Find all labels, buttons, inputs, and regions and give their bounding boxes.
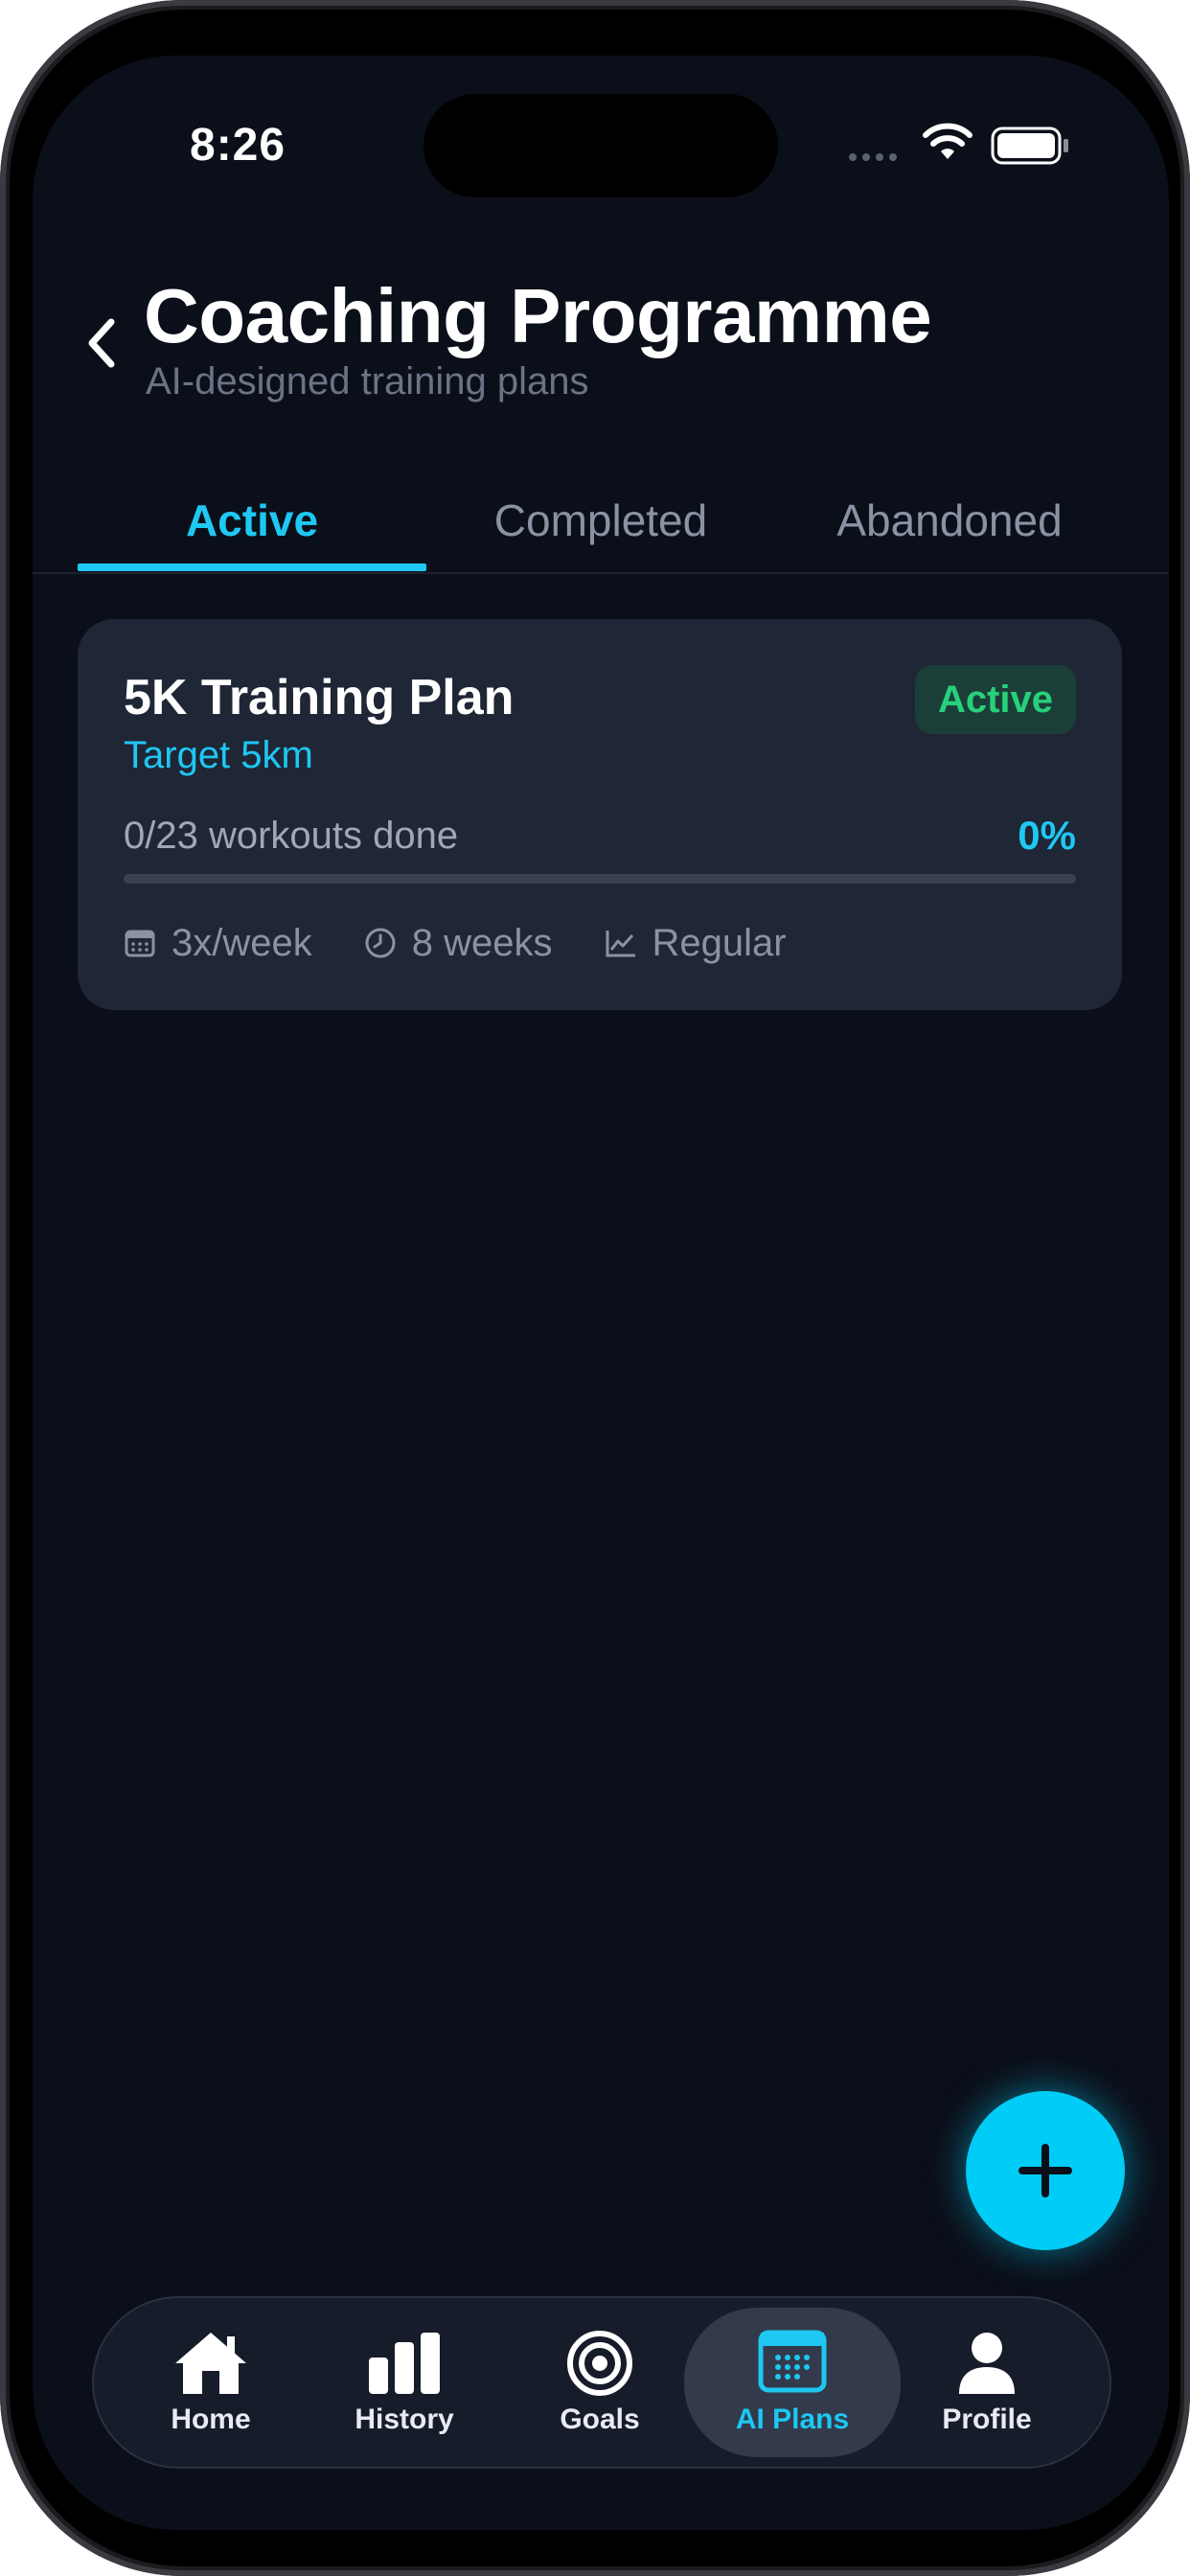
back-button[interactable] <box>71 305 132 381</box>
dynamic-island <box>423 94 778 197</box>
progress-label: 0/23 workouts done <box>124 815 459 857</box>
target-icon <box>567 2331 632 2396</box>
nav-home-label: Home <box>171 2404 251 2435</box>
tab-active[interactable]: Active <box>78 468 426 573</box>
home-icon <box>175 2333 246 2394</box>
tabs-divider <box>33 572 1169 574</box>
plan-name: 5K Training Plan <box>124 670 515 725</box>
bar-chart-icon <box>369 2333 440 2394</box>
tab-completed[interactable]: Completed <box>426 468 775 573</box>
clock-icon <box>365 928 396 958</box>
person-icon <box>959 2333 1015 2394</box>
progress-bar <box>124 874 1076 884</box>
calendar-small-icon <box>125 930 155 957</box>
meta-level-label: Regular <box>652 921 787 964</box>
app-screen: 8:26 Coaching Programme AI-designed trai… <box>33 56 1169 2530</box>
meta-frequency-label: 3x/week <box>172 921 312 964</box>
plan-target: Target 5km <box>124 734 313 776</box>
chevron-left-icon <box>88 318 115 368</box>
tab-indicator <box>78 564 426 571</box>
status-time: 8:26 <box>190 120 286 171</box>
battery-icon <box>991 126 1068 165</box>
progress-percent: 0% <box>1018 813 1076 858</box>
nav-home[interactable]: Home <box>115 2308 307 2457</box>
nav-profile-label: Profile <box>942 2404 1032 2435</box>
status-badge: Active <box>914 665 1076 734</box>
nav-ai-plans[interactable]: AI Plans <box>684 2308 901 2457</box>
nav-history[interactable]: History <box>309 2308 500 2457</box>
plan-meta-row: 3x/week 8 weeks Regular <box>124 918 838 968</box>
plus-icon <box>1018 2144 1072 2197</box>
nav-ai-plans-label: AI Plans <box>735 2404 850 2435</box>
page-subtitle: AI-designed training plans <box>146 360 589 402</box>
plan-status-tabs: Active Completed Abandoned <box>33 468 1169 573</box>
nav-goals-label: Goals <box>560 2404 640 2435</box>
bottom-navigation: Home History Goals AI Plans Profile <box>92 2296 1111 2469</box>
nav-goals[interactable]: Goals <box>504 2308 696 2457</box>
phone-frame: 8:26 Coaching Programme AI-designed trai… <box>0 0 1190 2576</box>
calendar-icon <box>758 2330 827 2393</box>
trend-chart-icon <box>606 931 635 957</box>
add-plan-button[interactable] <box>966 2091 1125 2250</box>
nav-history-label: History <box>355 2404 454 2435</box>
meta-frequency: 3x/week <box>124 922 312 965</box>
nav-profile[interactable]: Profile <box>891 2308 1083 2457</box>
tab-abandoned[interactable]: Abandoned <box>775 468 1124 573</box>
meta-duration-label: 8 weeks <box>411 921 553 964</box>
plan-card[interactable]: 5K Training Plan Target 5km Active 0/23 … <box>78 619 1122 1010</box>
wifi-icon <box>923 123 973 159</box>
meta-level: Regular <box>605 922 787 965</box>
meta-duration: 8 weeks <box>364 922 553 965</box>
page-title: Coaching Programme <box>144 273 932 358</box>
signal-dots-icon <box>849 153 897 161</box>
phone-bezel: 8:26 Coaching Programme AI-designed trai… <box>10 10 1180 2566</box>
